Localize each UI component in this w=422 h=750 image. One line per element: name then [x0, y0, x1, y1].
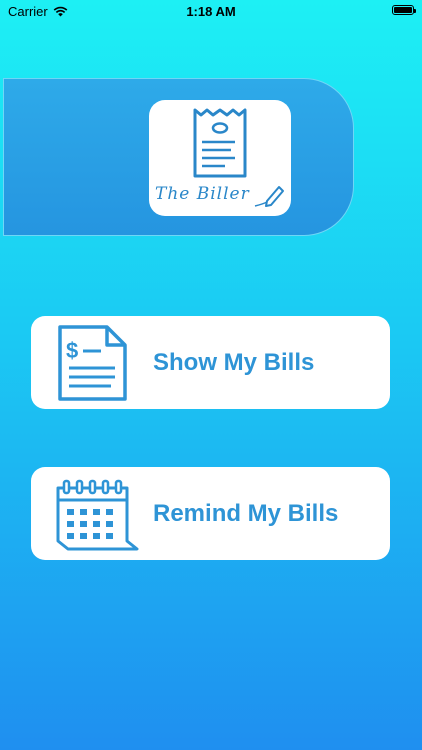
show-bills-button[interactable]: $ Show My Bills	[31, 316, 390, 409]
status-bar: Carrier 1:18 AM	[0, 0, 422, 24]
logo-text: The Biller	[155, 184, 250, 204]
show-bills-label: Show My Bills	[153, 349, 315, 376]
battery-level	[394, 7, 412, 13]
bill-document-icon: $	[58, 325, 127, 401]
pen-icon	[254, 186, 284, 207]
receipt-icon	[193, 108, 247, 178]
remind-bills-button[interactable]: Remind My Bills	[31, 467, 390, 560]
header-banner: The Biller	[3, 78, 354, 236]
battery-icon	[392, 5, 416, 15]
svg-text:$: $	[66, 338, 78, 363]
app-logo: The Biller	[149, 100, 291, 216]
calendar-icon	[56, 479, 139, 551]
remind-bills-label: Remind My Bills	[153, 500, 339, 527]
status-right	[392, 5, 416, 15]
status-time: 1:18 AM	[186, 4, 236, 19]
